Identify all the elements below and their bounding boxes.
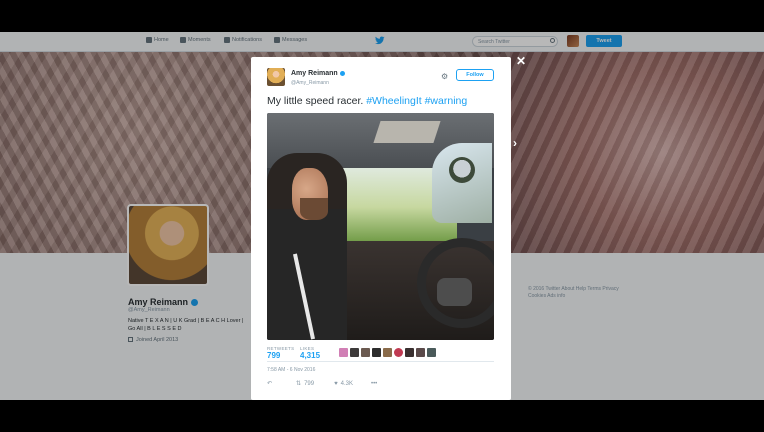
next-tweet-chevron-icon[interactable]: ›: [513, 136, 517, 150]
tweet-author-handle[interactable]: @Amy_Reimann: [291, 80, 329, 86]
likes-stat[interactable]: LIKES 4,315: [300, 346, 320, 360]
photo-driver-beard: [300, 198, 328, 220]
tweet-author-name-text: Amy Reimann: [291, 70, 338, 77]
liker-avatar[interactable]: [339, 348, 348, 357]
retweets-count: 799: [267, 351, 281, 360]
tweet-text-plain: My little speed racer.: [267, 95, 367, 107]
more-icon: •••: [370, 380, 378, 387]
liker-avatar[interactable]: [383, 348, 392, 357]
follow-button[interactable]: Follow: [456, 69, 494, 81]
liker-avatar[interactable]: [416, 348, 425, 357]
letterbox-bottom: [0, 400, 764, 432]
liker-avatar[interactable]: [427, 348, 436, 357]
tweet-text: My little speed racer. #WheelingIt #warn…: [267, 95, 467, 107]
heart-icon: ♥: [334, 380, 338, 387]
divider: [267, 361, 494, 362]
hashtag-link[interactable]: #WheelingIt: [366, 95, 421, 107]
hashtag-link[interactable]: #warning: [425, 95, 468, 107]
retweet-action-count: 799: [304, 380, 315, 387]
liker-avatar[interactable]: [405, 348, 414, 357]
likes-count: 4,315: [300, 351, 321, 360]
tweet-timestamp[interactable]: 7:58 AM - 6 Nov 2016: [267, 367, 315, 373]
photo-sun-visor: [373, 121, 441, 143]
liker-avatar[interactable]: [350, 348, 359, 357]
reply-icon: ↶: [267, 381, 273, 387]
gear-icon[interactable]: ⚙: [441, 72, 448, 81]
liker-avatar[interactable]: [372, 348, 381, 357]
tweet-modal: Amy Reimann @Amy_Reimann ⚙ Follow My lit…: [251, 57, 511, 400]
photo-side-window: [432, 143, 492, 223]
liker-avatar[interactable]: [361, 348, 370, 357]
more-button[interactable]: •••: [371, 381, 377, 387]
retweet-icon: ⇅: [296, 381, 302, 387]
reply-button[interactable]: ↶: [267, 380, 272, 387]
like-action-count: 4.3K: [340, 380, 353, 387]
liker-avatars: [339, 348, 436, 357]
tweet-author-name[interactable]: Amy Reimann: [291, 70, 345, 77]
photo-helmet-sticker: [449, 157, 475, 183]
tweet-photo[interactable]: [267, 113, 494, 340]
retweet-button[interactable]: ⇅ 799: [296, 380, 315, 388]
liker-avatar[interactable]: [394, 348, 403, 357]
retweets-stat[interactable]: RETWEETS 799: [267, 346, 294, 360]
tweet-actions: ↶ ⇅ 799 ♥ 4.3K •••: [267, 380, 377, 388]
photo-wheel-hub: [437, 278, 472, 306]
close-icon[interactable]: ✕: [516, 54, 526, 68]
tweet-author-avatar[interactable]: [267, 68, 285, 86]
like-button[interactable]: ♥ 4.3K: [334, 381, 353, 387]
follow-button-label: Follow: [466, 72, 484, 78]
verified-icon: [339, 70, 345, 76]
